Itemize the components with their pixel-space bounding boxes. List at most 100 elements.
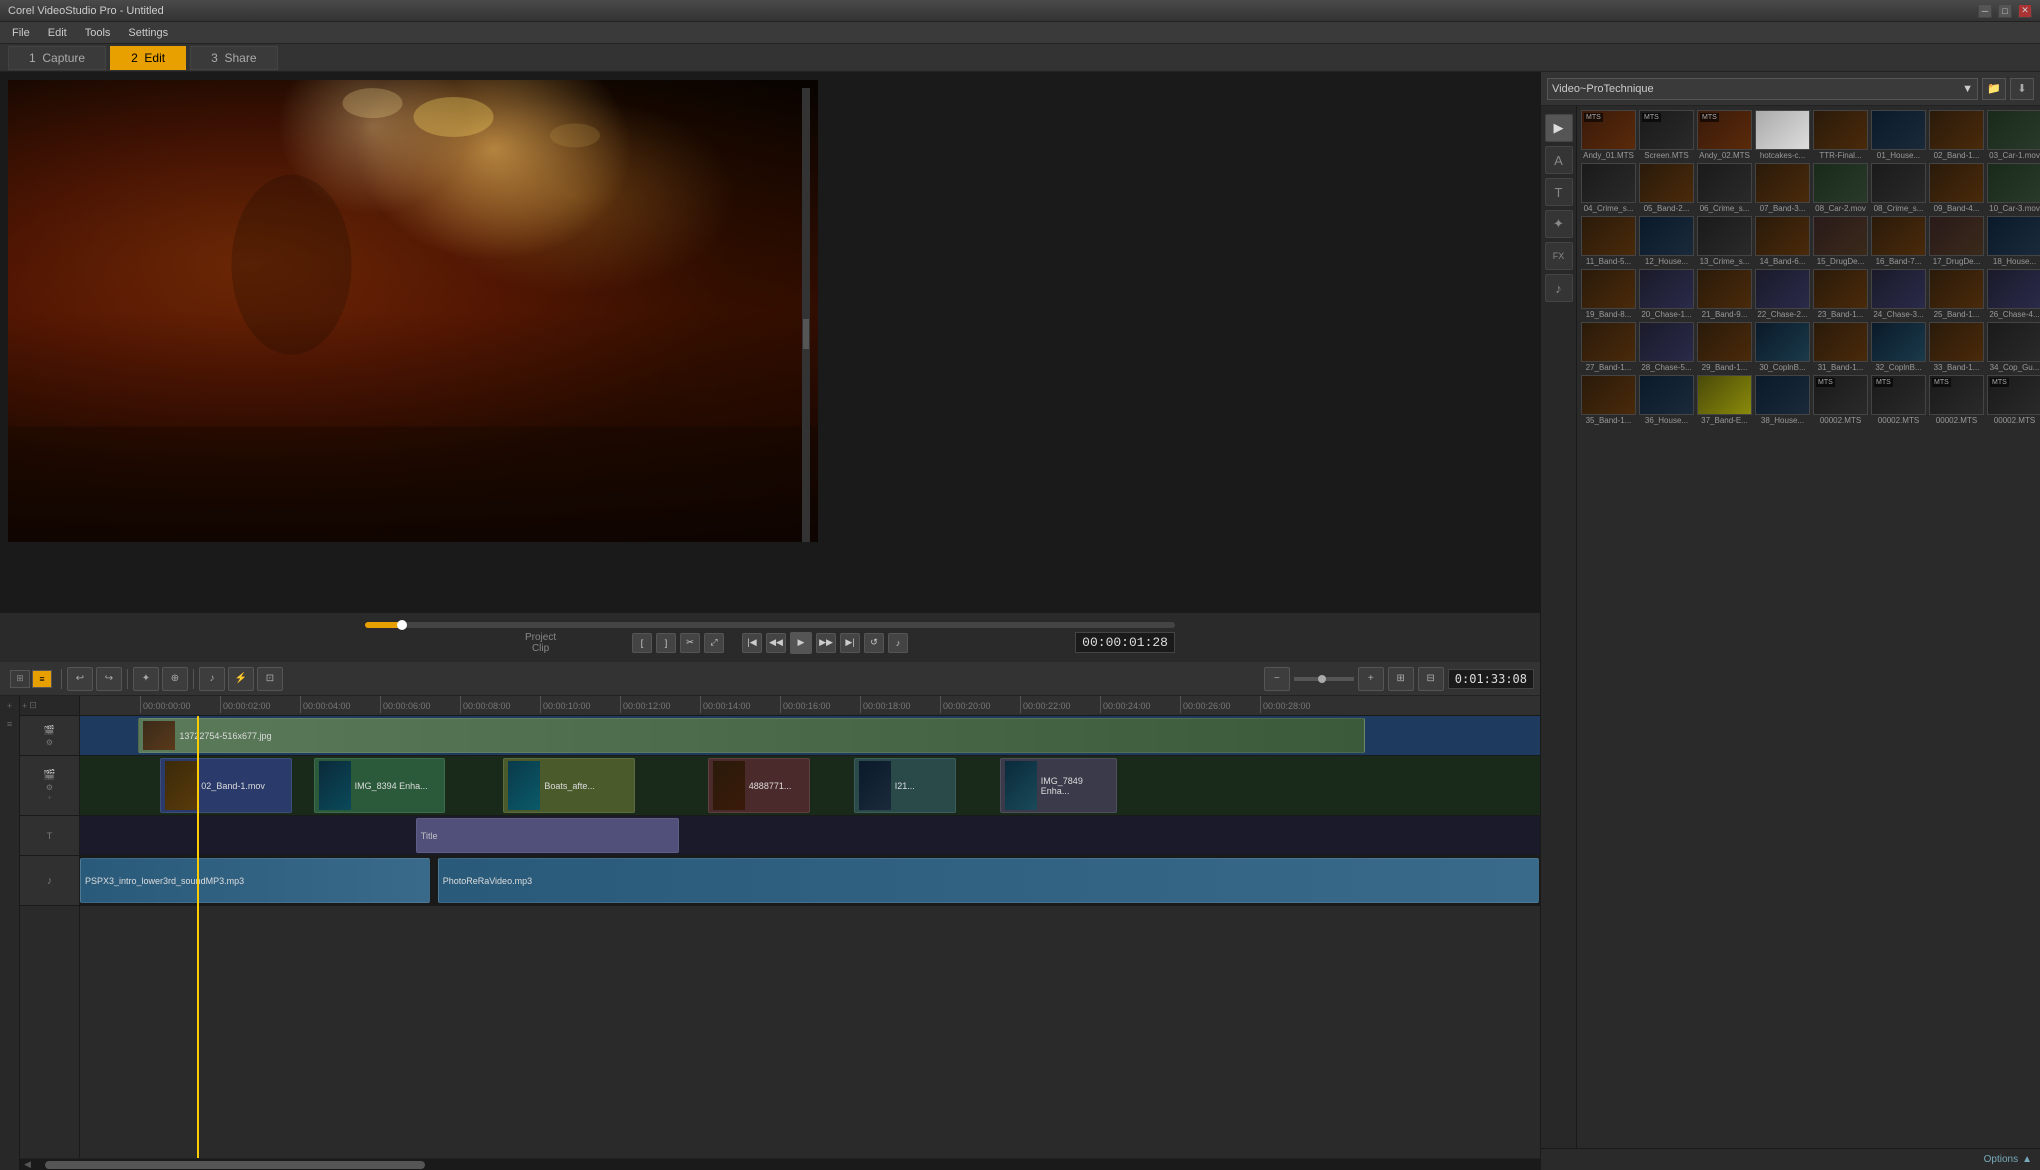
ripple-edit-button[interactable]: ⊟ [1418,667,1444,691]
media-item-26[interactable]: 20_Chase-1... [1639,269,1694,319]
media-item-23[interactable]: 17_DrugDe... [1929,216,1984,266]
tab-share[interactable]: 3 Share [190,46,277,70]
media-item-34[interactable]: 28_Chase-5... [1639,322,1694,372]
media-item-19[interactable]: 13_Crime_s... [1697,216,1752,266]
media-item-43[interactable]: 37_Band-E... [1697,375,1752,425]
preview-scrollbar[interactable] [802,88,810,542]
video-clip-2[interactable]: IMG_8394 Enha... [314,758,445,813]
media-item-29[interactable]: 23_Band-1... [1813,269,1868,319]
go-end-button[interactable]: ▶| [840,633,860,653]
media-item-45[interactable]: MTS 00002.MTS [1813,375,1868,425]
media-item-30[interactable]: 24_Chase-3... [1871,269,1926,319]
video-clip-1[interactable]: 02_Band-1.mov [160,758,291,813]
track-header-photo[interactable]: 🎬 ⚙ [20,716,79,756]
fit-project-button[interactable]: ⊞ [1388,667,1414,691]
media-item-48[interactable]: MTS 00002.MTS [1987,375,2040,425]
timeline-view-button[interactable]: ≡ [32,670,52,688]
media-item-4[interactable]: hotcakes-c... [1755,110,1810,160]
media-item-36[interactable]: 30_CoplnB... [1755,322,1810,372]
media-item-28[interactable]: 22_Chase-2... [1755,269,1810,319]
audio-clip-2[interactable]: PhotoReRaVideo.mp3 [438,858,1539,903]
ruler-mode-icon[interactable]: ⊡ [29,700,37,711]
side-icon-media[interactable]: ▶ [1545,114,1573,142]
fullscreen-button[interactable]: ⤢ [704,633,724,653]
media-item-7[interactable]: 02_Band-1... [1929,110,1984,160]
media-item-31[interactable]: 25_Band-1... [1929,269,1984,319]
media-item-25[interactable]: 19_Band-8... [1581,269,1636,319]
media-item-24[interactable]: 18_House... [1987,216,2040,266]
media-item-2[interactable]: MTS Screen.MTS [1639,110,1694,160]
menu-tools[interactable]: Tools [77,25,119,41]
zoom-in-button[interactable]: + [1358,667,1384,691]
media-item-8[interactable]: 03_Car-1.mov [1987,110,2040,160]
smart-proxy-button[interactable]: ⚡ [228,667,254,691]
library-dropdown[interactable]: Video~ProTechnique ▼ [1547,78,1978,100]
add-fx-button[interactable]: ✦ [133,667,159,691]
side-icon-fx[interactable]: FX [1545,242,1573,270]
scrubber[interactable] [365,622,1175,628]
menu-settings[interactable]: Settings [120,25,176,41]
side-icon-music[interactable]: ♪ [1545,274,1573,302]
media-item-3[interactable]: MTS Andy_02.MTS [1697,110,1752,160]
record-audio-button[interactable]: ♪ [199,667,225,691]
redo-button[interactable]: ↪ [96,667,122,691]
media-item-21[interactable]: 15_DrugDe... [1813,216,1868,266]
mark-out-button[interactable]: ] [656,633,676,653]
media-item-16[interactable]: 10_Car-3.mov [1987,163,2040,213]
library-import-button[interactable]: ⬇ [2010,78,2034,100]
scroll-left-arrow[interactable]: ◀ [20,1159,35,1170]
minimize-button[interactable]: ─ [1978,4,1992,18]
media-item-1[interactable]: MTS Andy_01.MTS [1581,110,1636,160]
track-header-video[interactable]: 🎬 ⚙ + [20,756,79,816]
timeline-add-icon[interactable]: + [2,698,18,714]
menu-edit[interactable]: Edit [40,25,75,41]
next-frame-button[interactable]: ▶▶ [816,633,836,653]
video-clip-4[interactable]: 4888771... [708,758,810,813]
media-item-10[interactable]: 05_Band-2... [1639,163,1694,213]
undo-button[interactable]: ↩ [67,667,93,691]
timeline-list-icon[interactable]: ≡ [2,716,18,732]
timeline-scroll-thumb[interactable] [45,1161,425,1169]
track-video-options[interactable]: ⚙ [46,783,53,792]
tab-edit[interactable]: 2 Edit [110,46,186,70]
media-item-32[interactable]: 26_Chase-4... [1987,269,2040,319]
video-clip-3[interactable]: Boats_afte... [503,758,634,813]
media-item-41[interactable]: 35_Band-1... [1581,375,1636,425]
media-item-38[interactable]: 32_CoplnB... [1871,322,1926,372]
library-folder-button[interactable]: 📁 [1982,78,2006,100]
options-label[interactable]: Options [1984,1154,2018,1165]
track-header-audio[interactable]: ♪ [20,856,79,906]
track-header-title[interactable]: T [20,816,79,856]
media-item-35[interactable]: 29_Band-1... [1697,322,1752,372]
snap-button[interactable]: ⊡ [257,667,283,691]
media-item-9[interactable]: 04_Crime_s... [1581,163,1636,213]
photo-clip[interactable]: 13722754-516x677.jpg [138,718,1364,753]
media-item-6[interactable]: 01_House... [1871,110,1926,160]
track-video-expand[interactable]: + [47,794,52,802]
maximize-button[interactable]: □ [1998,4,2012,18]
media-item-44[interactable]: 38_House... [1755,375,1810,425]
media-item-46[interactable]: MTS 00002.MTS [1871,375,1926,425]
side-icon-titles[interactable]: T [1545,178,1573,206]
ruler-add-icon[interactable]: + [22,701,27,711]
media-item-40[interactable]: 34_Cop_Gu... [1987,322,2040,372]
media-item-39[interactable]: 33_Band-1... [1929,322,1984,372]
tab-capture[interactable]: 1 Capture [8,46,106,70]
menu-file[interactable]: File [4,25,38,41]
insert-media-button[interactable]: ⊕ [162,667,188,691]
media-item-20[interactable]: 14_Band-6... [1755,216,1810,266]
loop-button[interactable]: ↺ [864,633,884,653]
media-item-12[interactable]: 07_Band-3... [1755,163,1810,213]
media-item-18[interactable]: 12_House... [1639,216,1694,266]
audio-clip-1[interactable]: PSPX3_intro_lower3rd_soundMP3.mp3 [80,858,430,903]
media-item-22[interactable]: 16_Band-7... [1871,216,1926,266]
media-item-42[interactable]: 36_House... [1639,375,1694,425]
zoom-out-button[interactable]: − [1264,667,1290,691]
track-photo-options[interactable]: ⚙ [46,738,53,747]
media-item-37[interactable]: 31_Band-1... [1813,322,1868,372]
close-button[interactable]: ✕ [2018,4,2032,18]
media-item-33[interactable]: 27_Band-1... [1581,322,1636,372]
side-icon-graphics[interactable]: ✦ [1545,210,1573,238]
volume-button[interactable]: ♪ [888,633,908,653]
title-clip[interactable]: Title [416,818,679,853]
